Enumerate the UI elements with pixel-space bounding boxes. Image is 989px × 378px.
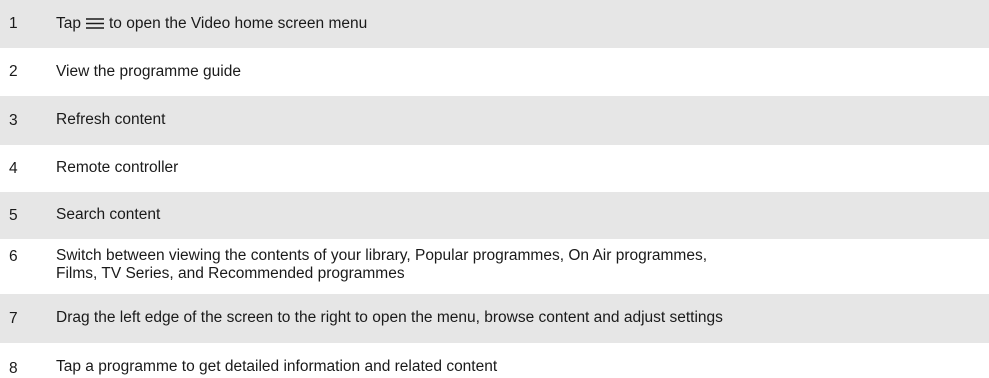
legend-text: Refresh content [56, 111, 166, 129]
legend-number: 6 [9, 248, 18, 265]
legend-row-3: 3 Refresh content [0, 96, 989, 145]
legend-text: Remote controller [56, 159, 179, 177]
legend-row-4: 4 Remote controller [0, 145, 989, 192]
legend-text-before: Tap [56, 14, 81, 32]
legend-text: View the programme guide [56, 62, 241, 80]
menu-icon [86, 16, 104, 30]
legend-table: 1 Tap to open the Video home screen menu … [0, 0, 989, 378]
legend-number: 5 [9, 206, 18, 224]
legend-row-7: 7 Drag the left edge of the screen to th… [0, 294, 989, 343]
legend-text-line-2: Films, TV Series, and Recommended progra… [56, 265, 405, 283]
legend-text: Tap to open the Video home screen menu [40, 15, 989, 33]
legend-number: 7 [9, 309, 18, 327]
legend-row-6: 6 Switch between viewing the contents of… [0, 239, 989, 294]
legend-text-after: to open the Video home screen menu [109, 14, 368, 32]
legend-text-line-1: Switch between viewing the contents of y… [56, 247, 707, 264]
legend-row-8: 8 Tap a programme to get detailed inform… [0, 343, 989, 378]
legend-text: Switch between viewing the contents of y… [40, 247, 989, 284]
legend-number: 1 [9, 15, 18, 33]
legend-number: 3 [9, 111, 18, 129]
legend-number: 2 [9, 63, 18, 81]
legend-number: 8 [9, 359, 18, 377]
legend-text: Search content [56, 206, 161, 224]
legend-row-5: 5 Search content [0, 192, 989, 239]
legend-number: 4 [9, 159, 18, 177]
legend-text: Drag the left edge of the screen to the … [56, 309, 723, 327]
legend-row-1: 1 Tap to open the Video home screen menu [0, 0, 989, 48]
legend-row-2: 2 View the programme guide [0, 48, 989, 96]
legend-text: Tap a programme to get detailed informat… [56, 357, 498, 375]
